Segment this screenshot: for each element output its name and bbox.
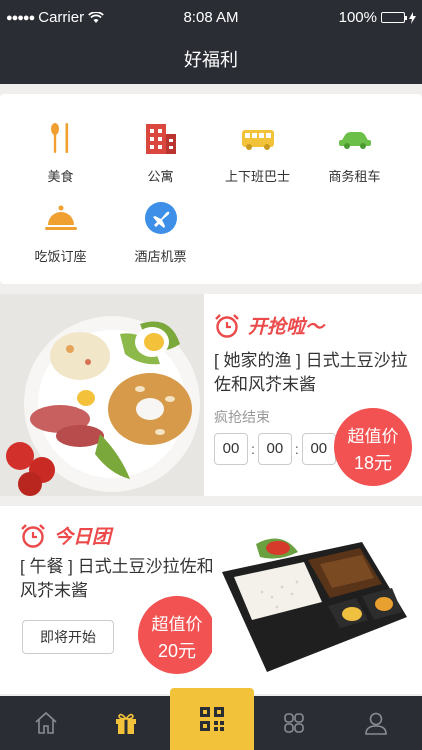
battery-group: 100%: [339, 9, 416, 26]
price: 20元: [157, 641, 197, 661]
category-label: 美食: [47, 169, 74, 184]
timer-seconds: 00: [301, 433, 336, 465]
group-deal-info: 今日团 [ 午餐 ] 日式土豆沙拉佐和风芥末酱: [20, 522, 220, 603]
alarm-clock-icon: [215, 313, 239, 338]
category-car-rental[interactable]: 商务租车: [302, 120, 407, 185]
today-tag-label: 今日团: [54, 527, 112, 548]
timer-hours: 00: [214, 433, 248, 465]
car-icon: [337, 120, 373, 156]
plane-icon: [143, 200, 179, 236]
category-food[interactable]: 美食: [8, 120, 113, 185]
today-tag: 今日团: [20, 522, 220, 549]
cloche-icon: [43, 200, 79, 236]
category-label: 公寓: [147, 169, 174, 184]
category-label: 上下班巴士: [224, 169, 290, 184]
deal-title: [ 午餐 ] 日式土豆沙拉佐和风芥末酱: [20, 557, 214, 600]
flash-tag: 开抢啦～: [214, 312, 414, 339]
charging-icon: [409, 11, 416, 24]
badge-text: 超值价: [151, 615, 203, 634]
page-title: 好福利: [184, 50, 238, 70]
tab-profile[interactable]: [334, 696, 418, 750]
flash-tag-label: 开抢啦～: [248, 317, 325, 338]
coming-soon-button[interactable]: 即将开始: [22, 620, 114, 654]
category-hotel-flight[interactable]: 酒店机票: [108, 200, 213, 265]
qr-code-icon: [200, 707, 224, 731]
grid-icon: [284, 713, 304, 733]
timer-separator: :: [251, 441, 255, 457]
tab-gifts[interactable]: [84, 696, 168, 750]
tab-scan[interactable]: [170, 688, 254, 750]
salad-photo: [0, 294, 204, 496]
tab-categories[interactable]: [252, 696, 336, 750]
bus-icon: [240, 120, 276, 156]
battery-icon: [381, 12, 407, 23]
category-label: 商务租车: [328, 169, 381, 184]
price: 18元: [353, 453, 393, 473]
deal-title: [ 她家的渔 ] 日式土豆沙拉佐和风芥末酱: [214, 351, 408, 394]
category-grid: 美食 公寓 上下班巴士 商务租车 吃饭订座 酒店机票: [0, 94, 422, 284]
status-bar: ●●●●● Carrier 8:08 AM 100%: [0, 0, 422, 36]
battery-percent: 100%: [338, 9, 377, 26]
tab-home[interactable]: [4, 696, 88, 750]
price-badge: 超值价 20元: [138, 596, 216, 674]
building-icon: [143, 120, 179, 156]
price-badge: 超值价 18元: [334, 408, 412, 486]
home-icon: [35, 711, 57, 734]
group-deal-card[interactable]: 今日团 [ 午餐 ] 日式土豆沙拉佐和风芥末酱 即将开始 超值价 20元: [0, 506, 422, 694]
nav-bar: 好福利: [0, 36, 422, 84]
gift-icon: [116, 713, 136, 734]
category-reservation[interactable]: 吃饭订座: [8, 200, 113, 265]
utensils-icon: [43, 120, 79, 156]
category-label: 酒店机票: [134, 249, 187, 264]
category-label: 吃饭订座: [34, 249, 87, 264]
bento-photo: [212, 522, 410, 682]
category-bus[interactable]: 上下班巴士: [205, 120, 310, 185]
timer-separator: :: [294, 441, 299, 457]
alarm-clock-icon: [21, 523, 45, 548]
timer-minutes: 00: [257, 433, 292, 465]
user-icon: [365, 712, 387, 735]
tab-bar: [0, 688, 422, 750]
category-apartment[interactable]: 公寓: [108, 120, 213, 185]
badge-text: 超值价: [347, 427, 399, 446]
flash-deal-card[interactable]: 开抢啦～ [ 她家的渔 ] 日式土豆沙拉佐和风芥末酱 疯抢结束 00 : 00 …: [0, 294, 422, 496]
